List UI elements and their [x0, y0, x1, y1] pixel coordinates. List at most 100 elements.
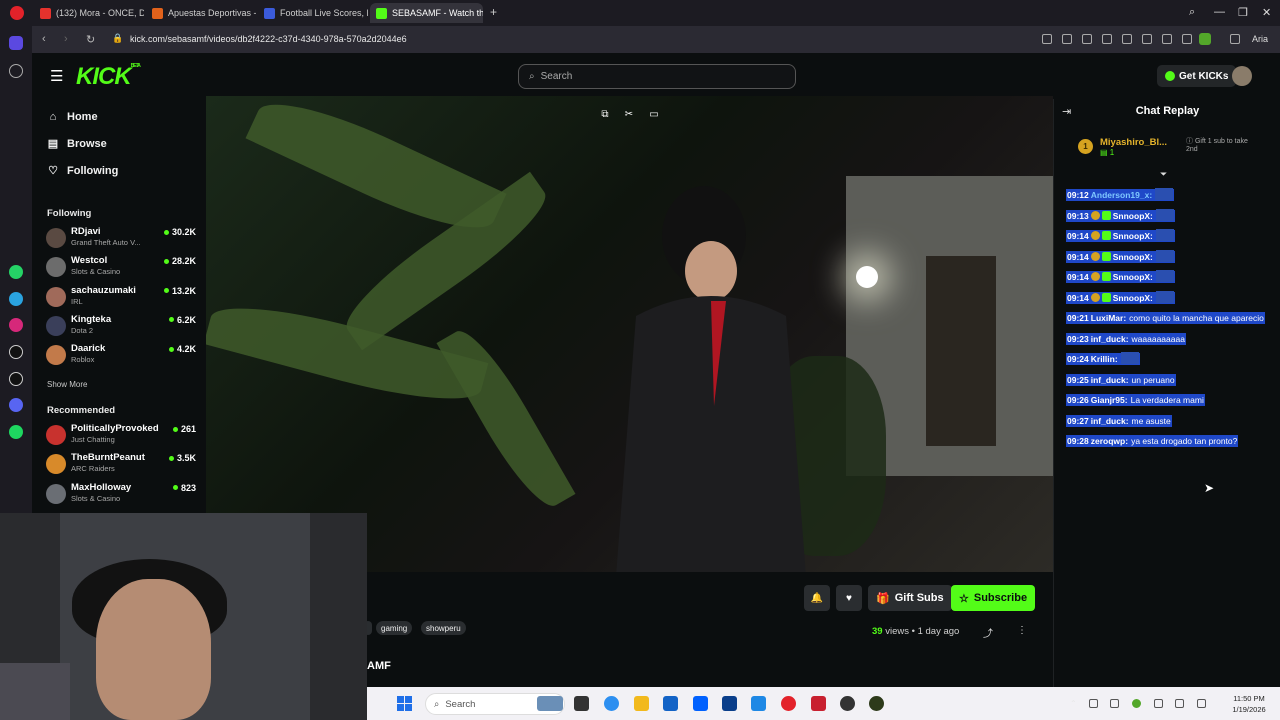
chat-message[interactable]: 09:21 LuxiMar: como quito la mancha que ap… — [1066, 311, 1271, 325]
url-text[interactable]: kick.com/sebasamf/videos/db2f4222-c37d-4… — [130, 34, 407, 44]
tray-app-icon[interactable] — [1132, 699, 1141, 708]
notification-bell-button[interactable]: 🔔 — [804, 585, 830, 611]
clip-icon[interactable]: ✂ — [622, 109, 636, 121]
chat-message[interactable]: 09:24 Krillin: — [1066, 352, 1271, 366]
sidebar-channel[interactable]: Kingteka Dota 2 6.2K — [46, 314, 196, 342]
tray-network-icon[interactable] — [1110, 699, 1119, 708]
menu-icon[interactable] — [1182, 34, 1192, 44]
app-dark-icon[interactable] — [840, 696, 855, 711]
share-icon[interactable]: ⤴ — [983, 625, 993, 640]
windows-start-icon[interactable] — [397, 696, 412, 711]
back-icon[interactable]: ‹ — [42, 33, 46, 45]
sidebar-channel[interactable]: Daarick Roblox 4.2K — [46, 343, 196, 371]
chat-message[interactable]: 09:14 SnnoopX: — [1066, 270, 1271, 284]
chat-message[interactable]: 09:25 inf_duck: un peruano — [1066, 373, 1271, 387]
chat-username[interactable]: SnnoopX: — [1113, 293, 1153, 303]
tag-chip[interactable]: gaming — [376, 621, 413, 635]
sidebar-channel[interactable]: PoliticallyProvoked Just Chatting 261 — [46, 423, 196, 451]
subscribe-button[interactable]: ☆ Subscribe — [951, 585, 1036, 611]
speed-dial-icon[interactable] — [9, 36, 23, 50]
dropbox-icon[interactable] — [693, 696, 708, 711]
chat-username[interactable]: Krillin: — [1091, 354, 1118, 364]
follow-heart-button[interactable]: ♥ — [836, 585, 862, 611]
pinboard-icon[interactable] — [9, 64, 23, 78]
whatsapp-icon[interactable] — [9, 265, 23, 279]
app-red-icon[interactable] — [811, 696, 826, 711]
chat-username[interactable]: LuxiMar: — [1091, 313, 1126, 323]
forward-icon[interactable]: › — [64, 33, 68, 45]
chat-message[interactable]: 09:28 zeroqwp: ya esta drogado tan pronto? — [1066, 434, 1271, 448]
camera-icon[interactable] — [1062, 34, 1072, 44]
picture-in-picture-icon[interactable]: ⧉ — [598, 109, 612, 121]
chat-message[interactable]: 09:14 SnnoopX: — [1066, 229, 1271, 243]
tray-volume-icon[interactable] — [1197, 699, 1206, 708]
close-window-icon[interactable]: ✕ — [1262, 6, 1271, 19]
chat-username[interactable]: zeroqwp: — [1091, 436, 1128, 446]
chat-username[interactable]: inf_duck: — [1091, 375, 1129, 385]
vscode-icon[interactable] — [722, 696, 737, 711]
sidebar-nav-item[interactable]: ⌂ Home — [47, 111, 98, 123]
chat-message[interactable]: 09:13 SnnoopX: — [1066, 208, 1271, 223]
gift-subs-button[interactable]: 🎁 Gift Subs — [868, 585, 952, 611]
tray-cloud-icon[interactable] — [1089, 699, 1098, 708]
search-box[interactable]: ⌕ — [518, 64, 796, 89]
tag-chip[interactable]: showperu — [421, 621, 466, 635]
chat-username[interactable]: inf_duck: — [1091, 416, 1129, 426]
task-view-icon[interactable] — [574, 696, 589, 711]
spotify-icon[interactable] — [9, 425, 23, 439]
chat-message[interactable]: 09:27 inf_duck: me asuste — [1066, 414, 1271, 428]
kick-logo[interactable]: KICKBETA — [76, 63, 141, 91]
browser-tab[interactable]: (132) Mora - ONCE, D — [34, 3, 144, 23]
sidebar-nav-item[interactable]: ♡ Following — [47, 164, 118, 178]
play-icon[interactable] — [1122, 34, 1132, 44]
chat-message[interactable]: 09:23 inf_duck: waaaaaaaaaa — [1066, 332, 1271, 346]
extension-icon[interactable] — [1102, 34, 1112, 44]
chat-username[interactable]: inf_duck: — [1091, 334, 1129, 344]
browser-tab[interactable]: Football Live Scores, Fixtu — [258, 3, 368, 23]
ai-button[interactable]: Aria — [1252, 34, 1268, 44]
chat-username[interactable]: SnnoopX: — [1113, 272, 1153, 282]
taskbar-clock[interactable]: 11:50 PM 1/19/2026 — [1219, 693, 1279, 715]
x-twitter-icon[interactable] — [9, 372, 23, 386]
telegram-icon[interactable] — [9, 292, 23, 306]
chat-message[interactable]: 09:26 Gianjr95: La verdadera mami — [1066, 393, 1271, 407]
store-icon[interactable] — [663, 696, 678, 711]
show-more-link[interactable]: Show More — [47, 380, 87, 389]
sidebar-nav-item[interactable]: ▤ Browse — [47, 137, 107, 151]
expand-pinned-icon[interactable]: ⏷ — [1160, 169, 1167, 180]
discord-icon[interactable] — [9, 398, 23, 412]
chat-message[interactable]: 09:14 SnnoopX: — [1066, 249, 1271, 264]
browser-tab[interactable]: SEBASAMF - Watch th — [370, 3, 483, 23]
pinned-gifter[interactable]: 1 Miyashiro_Bl... ▤ 1 ⓘ Gift 1 sub to ta… — [1074, 133, 1274, 163]
user-avatar[interactable] — [1232, 66, 1252, 86]
sidebar-channel[interactable]: RDjavi Grand Theft Auto V... 30.2K — [46, 226, 196, 254]
theater-mode-icon[interactable]: ▭ — [647, 109, 661, 121]
widgets-icon[interactable] — [537, 696, 563, 711]
chat-message[interactable]: 09:14 SnnoopX: — [1066, 290, 1271, 305]
download-icon[interactable] — [1162, 34, 1172, 44]
shield-icon[interactable] — [1082, 34, 1092, 44]
chat-username[interactable]: SnnoopX: — [1113, 231, 1153, 241]
instagram-icon[interactable] — [9, 318, 23, 332]
edit-icon[interactable] — [1042, 34, 1052, 44]
sidebar-channel[interactable]: TheBurntPeanut ARC Raiders 3.5K — [46, 452, 196, 480]
hamburger-menu-icon[interactable]: ☰ — [50, 67, 63, 85]
get-kicks-button[interactable]: Get KICKs — [1157, 65, 1237, 87]
chat-username[interactable]: SnnoopX: — [1113, 252, 1153, 262]
heart-toolbar-icon[interactable] — [1142, 34, 1152, 44]
chat-message[interactable]: 09:12 Anderson19_x: — [1066, 188, 1271, 202]
chat-username[interactable]: Gianjr95: — [1091, 395, 1128, 405]
opera-menu-icon[interactable] — [10, 6, 24, 20]
reload-icon[interactable]: ↻ — [86, 33, 95, 46]
opera-taskbar-icon[interactable] — [781, 696, 796, 711]
tiktok-icon[interactable] — [9, 345, 23, 359]
minimize-icon[interactable]: — — [1214, 6, 1225, 18]
sidebar-channel[interactable]: Westcol Slots & Casino 28.2K — [46, 255, 196, 283]
tray-mic-icon[interactable] — [1154, 699, 1163, 708]
copilot-icon[interactable] — [604, 696, 619, 711]
chat-username[interactable]: SnnoopX: — [1113, 211, 1153, 221]
app-green-icon[interactable] — [869, 696, 884, 711]
browser-tab[interactable]: Apuestas Deportivas - Ca — [146, 3, 256, 23]
channel-name[interactable]: AMF — [367, 660, 391, 672]
vpn-badge-icon[interactable] — [1199, 33, 1211, 45]
